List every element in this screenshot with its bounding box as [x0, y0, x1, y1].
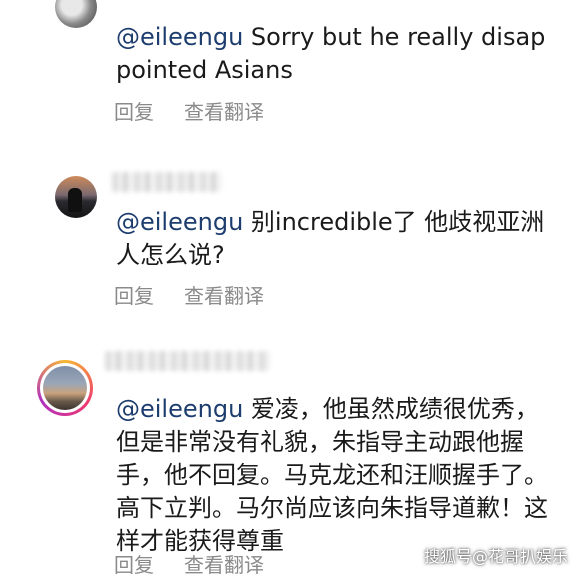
avatar[interactable] — [55, 0, 97, 28]
watermark: 搜狐号@花哥扒娱乐 — [423, 547, 568, 566]
comment-2: @eileengu 别incredible了 他歧视亚洲人怎么说? 回复 查看翻译 — [0, 170, 580, 310]
comment-actions: 回复 查看翻译 — [114, 96, 264, 125]
see-translation-button[interactable]: 查看翻译 — [184, 96, 264, 125]
mention-link[interactable]: @eileengu — [116, 23, 243, 51]
see-translation-button[interactable]: 查看翻译 — [184, 280, 264, 309]
username-blurred[interactable] — [112, 172, 222, 192]
username-blurred[interactable] — [105, 351, 270, 371]
avatar-story-ring[interactable] — [37, 360, 93, 416]
comment-1: @eileengu Sorry but he really disappoint… — [0, 0, 580, 135]
mention-link[interactable]: @eileengu — [116, 208, 243, 236]
reply-button[interactable]: 回复 — [114, 96, 154, 125]
comment-text: @eileengu 爱凌，他虽然成绩很优秀，但是非常没有礼貌，朱指导主动跟他握手… — [116, 395, 548, 555]
avatar[interactable] — [55, 176, 97, 218]
comment-text: @eileengu Sorry but he really disappoint… — [116, 23, 546, 84]
comment-text: @eileengu 别incredible了 他歧视亚洲人怎么说? — [116, 208, 545, 269]
reply-button[interactable]: 回复 — [114, 280, 154, 309]
mention-link[interactable]: @eileengu — [116, 395, 243, 423]
avatar — [43, 366, 87, 410]
comment-actions: 回复 查看翻译 — [114, 549, 264, 578]
see-translation-button[interactable]: 查看翻译 — [184, 549, 264, 578]
reply-button[interactable]: 回复 — [114, 549, 154, 578]
comment-actions: 回复 查看翻译 — [114, 280, 264, 309]
